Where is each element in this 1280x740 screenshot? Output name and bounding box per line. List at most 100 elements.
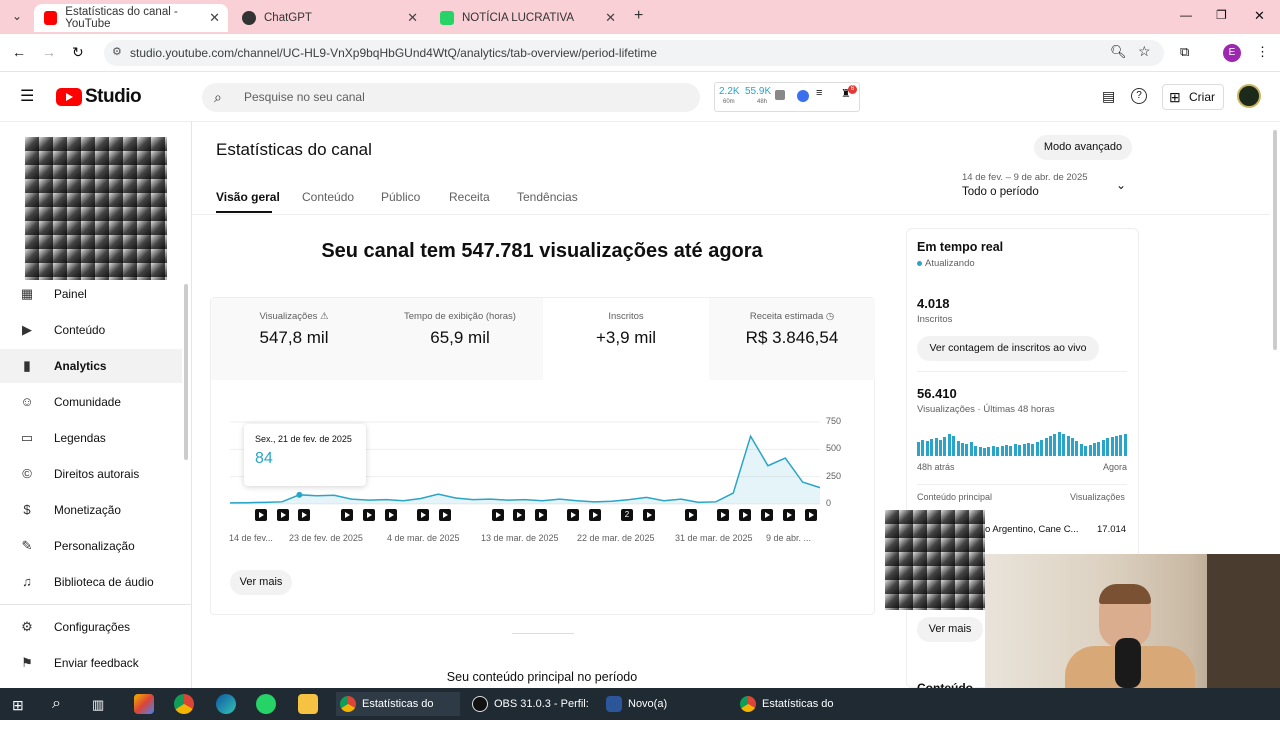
ext-list-icon[interactable]: ≡ (816, 87, 822, 99)
realtime-bar[interactable] (1027, 443, 1030, 456)
realtime-bar[interactable] (1066, 436, 1070, 456)
sidebar-item-monetizacao[interactable]: $ Monetização (0, 493, 182, 527)
realtime-bar[interactable] (952, 436, 956, 456)
video-marker-icon[interactable] (567, 509, 579, 521)
account-avatar[interactable] (1237, 84, 1261, 108)
realtime-bar[interactable] (930, 439, 934, 456)
sidebar-item-biblioteca[interactable]: ♫ Biblioteca de áudio (0, 565, 182, 599)
realtime-bar[interactable] (1049, 436, 1052, 456)
forward-icon[interactable]: → (42, 44, 56, 60)
video-marker-icon[interactable] (685, 509, 697, 521)
hover-point[interactable] (296, 491, 303, 498)
realtime-see-more-button[interactable]: Ver mais (917, 617, 983, 642)
help-icon[interactable]: ? (1131, 88, 1147, 104)
period-selector[interactable]: 14 de fev. – 9 de abr. de 2025 Todo o pe… (962, 172, 1132, 204)
close-tab-icon[interactable]: ✕ (407, 10, 418, 26)
sidebar-item-configuracoes[interactable]: ⚙ Configurações (0, 610, 182, 644)
realtime-bar[interactable] (1031, 444, 1035, 456)
video-marker-icon[interactable] (492, 509, 504, 521)
zoom-icon[interactable]: 🔍︎ (1110, 44, 1127, 60)
kpi-revenue[interactable]: Receita estimada ◷ R$ 3.846,54 (709, 298, 875, 380)
browser-tab-1[interactable]: Estatísticas do canal - YouTube ✕ (34, 4, 228, 32)
realtime-bar[interactable] (934, 438, 938, 456)
extension-stats-widget[interactable]: 2.2K 60m 55.9K 48h ≡ ♜ 6 (714, 82, 860, 112)
realtime-bar[interactable] (1018, 445, 1022, 456)
tab-tendencias[interactable]: Tendências (517, 190, 578, 204)
video-marker-icon[interactable] (535, 509, 547, 521)
maximize-icon[interactable]: ❐ (1216, 8, 1227, 22)
realtime-bar[interactable] (947, 434, 951, 456)
kpi-subscribers[interactable]: Inscritos +3,9 mil (543, 298, 709, 380)
realtime-bar[interactable] (1123, 434, 1127, 456)
realtime-bar[interactable] (1071, 438, 1074, 456)
realtime-bar[interactable] (917, 442, 920, 456)
top-item-title[interactable]: o Argentino, Cane C... (985, 524, 1078, 535)
realtime-bar[interactable] (1101, 440, 1105, 456)
see-more-button[interactable]: Ver mais (230, 570, 292, 595)
ext-chart-icon[interactable] (775, 90, 785, 100)
sidebar-item-conteudo[interactable]: ▶ Conteúdo (0, 313, 182, 347)
tab-visao-geral[interactable]: Visão geral (216, 190, 280, 204)
video-marker-icon[interactable] (385, 509, 397, 521)
copilot-icon[interactable] (134, 694, 154, 714)
realtime-bar[interactable] (943, 437, 947, 456)
live-subscriber-count-button[interactable]: Ver contagem de inscritos ao vivo (917, 336, 1099, 361)
sidebar-item-personalizacao[interactable]: ✎ Personalização (0, 529, 182, 563)
realtime-bar[interactable] (921, 440, 925, 456)
realtime-bar[interactable] (1093, 443, 1096, 456)
kpi-views[interactable]: Visualizações ⚠ 547,8 mil (211, 298, 377, 380)
search-icon[interactable]: ⌕ (214, 89, 222, 106)
new-tab-icon[interactable]: + (634, 7, 643, 25)
realtime-bar[interactable] (1000, 446, 1004, 456)
realtime-bar[interactable] (969, 442, 973, 456)
studio-logo[interactable]: Studio (56, 86, 142, 108)
video-marker-icon[interactable] (417, 509, 429, 521)
realtime-bar[interactable] (978, 447, 982, 456)
reload-icon[interactable]: ↻ (72, 44, 84, 61)
realtime-bar[interactable] (1110, 437, 1114, 456)
sidebar-item-comunidade[interactable]: ☺ Comunidade (0, 385, 182, 419)
realtime-bar[interactable] (1022, 444, 1026, 456)
realtime-bar[interactable] (939, 440, 942, 456)
realtime-bar[interactable] (1106, 438, 1110, 456)
tab-receita[interactable]: Receita (449, 190, 490, 204)
video-marker-icon[interactable] (805, 509, 817, 521)
sidebar-item-painel[interactable]: ▦ Painel (0, 277, 182, 311)
video-marker-icon[interactable] (643, 509, 655, 521)
channel-avatar[interactable] (25, 137, 167, 280)
task-view-icon[interactable]: ▥ (92, 697, 104, 713)
realtime-bar[interactable] (1040, 440, 1044, 456)
realtime-bar[interactable] (987, 447, 991, 456)
sidebar-scrollbar[interactable] (184, 284, 188, 460)
tab-publico[interactable]: Público (381, 190, 420, 204)
video-marker-icon[interactable] (783, 509, 795, 521)
sidebar-item-analytics[interactable]: ▮ Analytics (0, 349, 182, 383)
realtime-bar[interactable] (1005, 445, 1008, 456)
messages-icon[interactable]: ▤ (1102, 88, 1115, 105)
channel-search-input[interactable]: Pesquise no seu canal (202, 83, 700, 112)
kpi-watchtime[interactable]: Tempo de exibição (horas) 65,9 mil (377, 298, 543, 380)
whatsapp-icon[interactable] (256, 694, 276, 714)
close-window-icon[interactable]: ✕ (1254, 8, 1265, 24)
site-info-icon[interactable]: ⚙ (112, 45, 122, 58)
sidebar-item-direitos[interactable]: © Direitos autorais (0, 457, 182, 491)
sidebar-item-feedback[interactable]: ⚑ Enviar feedback (0, 646, 182, 680)
browser-menu-icon[interactable]: ⋮ (1256, 44, 1269, 60)
hamburger-menu-icon[interactable]: ☰ (20, 86, 34, 106)
windows-start-icon[interactable]: ⊞ (12, 697, 24, 714)
ext-logo-icon[interactable] (797, 90, 809, 102)
realtime-bar[interactable] (1119, 435, 1123, 456)
close-tab-icon[interactable]: ✕ (605, 10, 616, 26)
realtime-bar[interactable] (1097, 442, 1101, 456)
realtime-bar[interactable] (961, 443, 964, 456)
create-button[interactable]: ⊞ Criar (1162, 84, 1224, 110)
bookmark-star-icon[interactable]: ☆ (1138, 43, 1151, 60)
sidebar-item-legendas[interactable]: ▭ Legendas (0, 421, 182, 455)
video-marker-icon[interactable] (717, 509, 729, 521)
chrome-icon[interactable] (174, 694, 194, 714)
taskbar-search-icon[interactable]: ⌕ (52, 695, 61, 713)
extensions-icon[interactable]: ⧉ (1180, 44, 1189, 60)
file-explorer-icon[interactable] (298, 694, 318, 714)
browser-tab-3[interactable]: NOTÍCIA LUCRATIVA ✕ (430, 4, 624, 32)
realtime-bar[interactable] (1009, 446, 1013, 456)
